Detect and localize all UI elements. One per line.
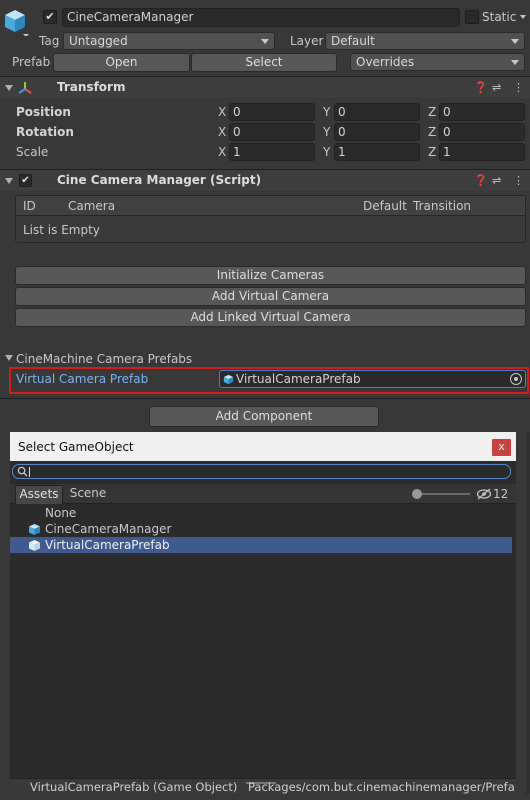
static-checkbox[interactable] xyxy=(465,10,479,24)
object-name-input[interactable]: CineCameraManager xyxy=(62,8,460,27)
select-gameobject-window: Select GameObject x Assets Scene 12 None xyxy=(10,432,516,794)
layer-value: Default xyxy=(331,34,375,48)
help-icon[interactable]: ❓ xyxy=(474,81,488,94)
tag-label: Tag xyxy=(39,34,60,48)
position-x-axis: X xyxy=(218,105,227,119)
overrides-value: Overrides xyxy=(356,55,415,69)
prefab-open-button[interactable]: Open xyxy=(53,53,190,72)
rotation-y-input[interactable]: 0 xyxy=(334,123,420,141)
camera-list-header: ID Camera Default Transition xyxy=(16,196,525,216)
active-checkbox[interactable]: ✔ xyxy=(43,10,57,24)
static-dropdown-arrow[interactable] xyxy=(520,15,526,19)
rotation-x-axis: X xyxy=(218,125,227,139)
position-label: Position xyxy=(16,105,71,119)
script-title: Cine Camera Manager (Script) xyxy=(57,173,262,187)
layer-dropdown[interactable]: Default xyxy=(325,32,525,50)
tab-assets[interactable]: Assets xyxy=(15,485,63,504)
script-help-icon[interactable]: ❓ xyxy=(474,174,488,187)
rotation-y-axis: Y xyxy=(323,125,331,139)
icon-size-slider-thumb[interactable] xyxy=(412,489,422,499)
virtual-camera-prefab-field[interactable]: VirtualCameraPrefab xyxy=(219,370,526,388)
script-header[interactable]: ✔ Cine Camera Manager (Script) ❓ ⇌ ⋮ xyxy=(0,169,530,191)
scale-x-axis: X xyxy=(218,145,227,159)
col-camera: Camera xyxy=(68,199,116,213)
scale-y-input[interactable]: 1 xyxy=(334,143,420,161)
script-preset-icon[interactable]: ⇌ xyxy=(492,174,501,187)
initialize-cameras-button[interactable]: Initialize Cameras xyxy=(15,266,526,285)
tab-scene[interactable]: Scene xyxy=(64,485,112,504)
text-caret xyxy=(29,467,30,477)
tag-dropdown[interactable]: Untagged xyxy=(63,32,275,50)
scale-x-input[interactable]: 1 xyxy=(229,143,315,161)
rotation-z-input[interactable]: 0 xyxy=(439,123,525,141)
list-item-none[interactable]: None xyxy=(10,506,512,521)
add-linked-virtual-camera-button[interactable]: Add Linked Virtual Camera xyxy=(15,308,526,327)
position-y-axis: Y xyxy=(323,105,331,119)
hidden-count: 12 xyxy=(493,487,509,501)
hidden-packages-icon[interactable] xyxy=(476,488,492,500)
close-icon[interactable]: x xyxy=(492,439,511,456)
search-icon xyxy=(17,466,28,477)
status-asset-path: Packages/com.but.cinemachinemanager/Pref… xyxy=(248,780,515,794)
list-item-label: CineCameraManager xyxy=(45,522,172,536)
scale-z-input[interactable]: 1 xyxy=(439,143,525,161)
gameobject-cube-icon xyxy=(5,10,29,36)
inspector-divider xyxy=(0,398,530,399)
scale-label: Scale xyxy=(16,145,49,159)
col-transition: Transition xyxy=(413,199,472,213)
prefab-label: Prefab xyxy=(12,55,51,69)
prefabs-foldout-icon[interactable] xyxy=(5,355,13,361)
scale-y-axis: Y xyxy=(323,145,331,159)
position-x-input[interactable]: 0 xyxy=(229,103,315,121)
position-z-axis: Z xyxy=(428,105,437,119)
add-component-button[interactable]: Add Component xyxy=(149,406,379,427)
position-y-input[interactable]: 0 xyxy=(334,103,420,121)
picker-status-bar: VirtualCameraPrefab (Game Object) Packag… xyxy=(10,778,516,794)
rotation-x-input[interactable]: 0 xyxy=(229,123,315,141)
transform-axis-icon xyxy=(18,82,32,94)
position-z-input[interactable]: 0 xyxy=(439,103,525,121)
list-item-cinecameramanager[interactable]: CineCameraManager xyxy=(10,521,512,537)
prefab-overrides-dropdown[interactable]: Overrides xyxy=(350,53,525,71)
picker-search-input[interactable] xyxy=(12,464,511,479)
prefab-cube-icon xyxy=(29,524,40,535)
add-virtual-camera-button[interactable]: Add Virtual Camera xyxy=(15,287,526,306)
prefab-field-value: VirtualCameraPrefab xyxy=(236,372,361,386)
virtual-camera-prefab-label: Virtual Camera Prefab xyxy=(16,372,149,386)
status-selected-object: VirtualCameraPrefab (Game Object) xyxy=(30,780,238,794)
transform-title: Transform xyxy=(57,80,126,94)
icon-size-slider-track[interactable] xyxy=(416,493,470,495)
rotation-label: Rotation xyxy=(16,125,74,139)
scale-z-axis: Z xyxy=(428,145,437,159)
list-item-virtualcameraprefab[interactable]: VirtualCameraPrefab xyxy=(10,537,512,553)
picker-title: Select GameObject xyxy=(18,440,134,454)
picker-tab-bar: Assets Scene 12 xyxy=(10,484,516,504)
picker-titlebar: Select GameObject x xyxy=(10,432,516,461)
list-item-label: None xyxy=(45,506,77,520)
script-kebab-icon[interactable]: ⋮ xyxy=(513,174,524,187)
col-id: ID xyxy=(23,199,36,213)
prefab-cube-icon xyxy=(29,540,40,551)
prefabs-header-label[interactable]: CineMachine Camera Prefabs xyxy=(16,351,192,367)
transform-header[interactable]: Transform ❓ ⇌ ⋮ xyxy=(0,76,530,98)
camera-list: ID Camera Default Transition List is Emp… xyxy=(15,195,526,243)
layer-label: Layer xyxy=(290,34,324,48)
list-empty-text: List is Empty xyxy=(23,223,100,237)
tag-value: Untagged xyxy=(69,34,128,48)
script-foldout-icon[interactable] xyxy=(5,178,13,184)
preset-icon[interactable]: ⇌ xyxy=(492,81,501,94)
kebab-menu-icon[interactable]: ⋮ xyxy=(513,81,524,94)
inspector-scrollbar[interactable] xyxy=(526,432,530,794)
list-item-label: VirtualCameraPrefab xyxy=(45,538,170,552)
prefab-select-button[interactable]: Select xyxy=(191,53,337,72)
transform-foldout-icon[interactable] xyxy=(5,85,13,91)
prefab-cube-icon xyxy=(223,374,234,385)
col-default: Default xyxy=(363,199,407,213)
static-label: Static xyxy=(482,10,517,24)
rotation-z-axis: Z xyxy=(428,125,437,139)
object-picker-icon[interactable] xyxy=(510,373,522,385)
